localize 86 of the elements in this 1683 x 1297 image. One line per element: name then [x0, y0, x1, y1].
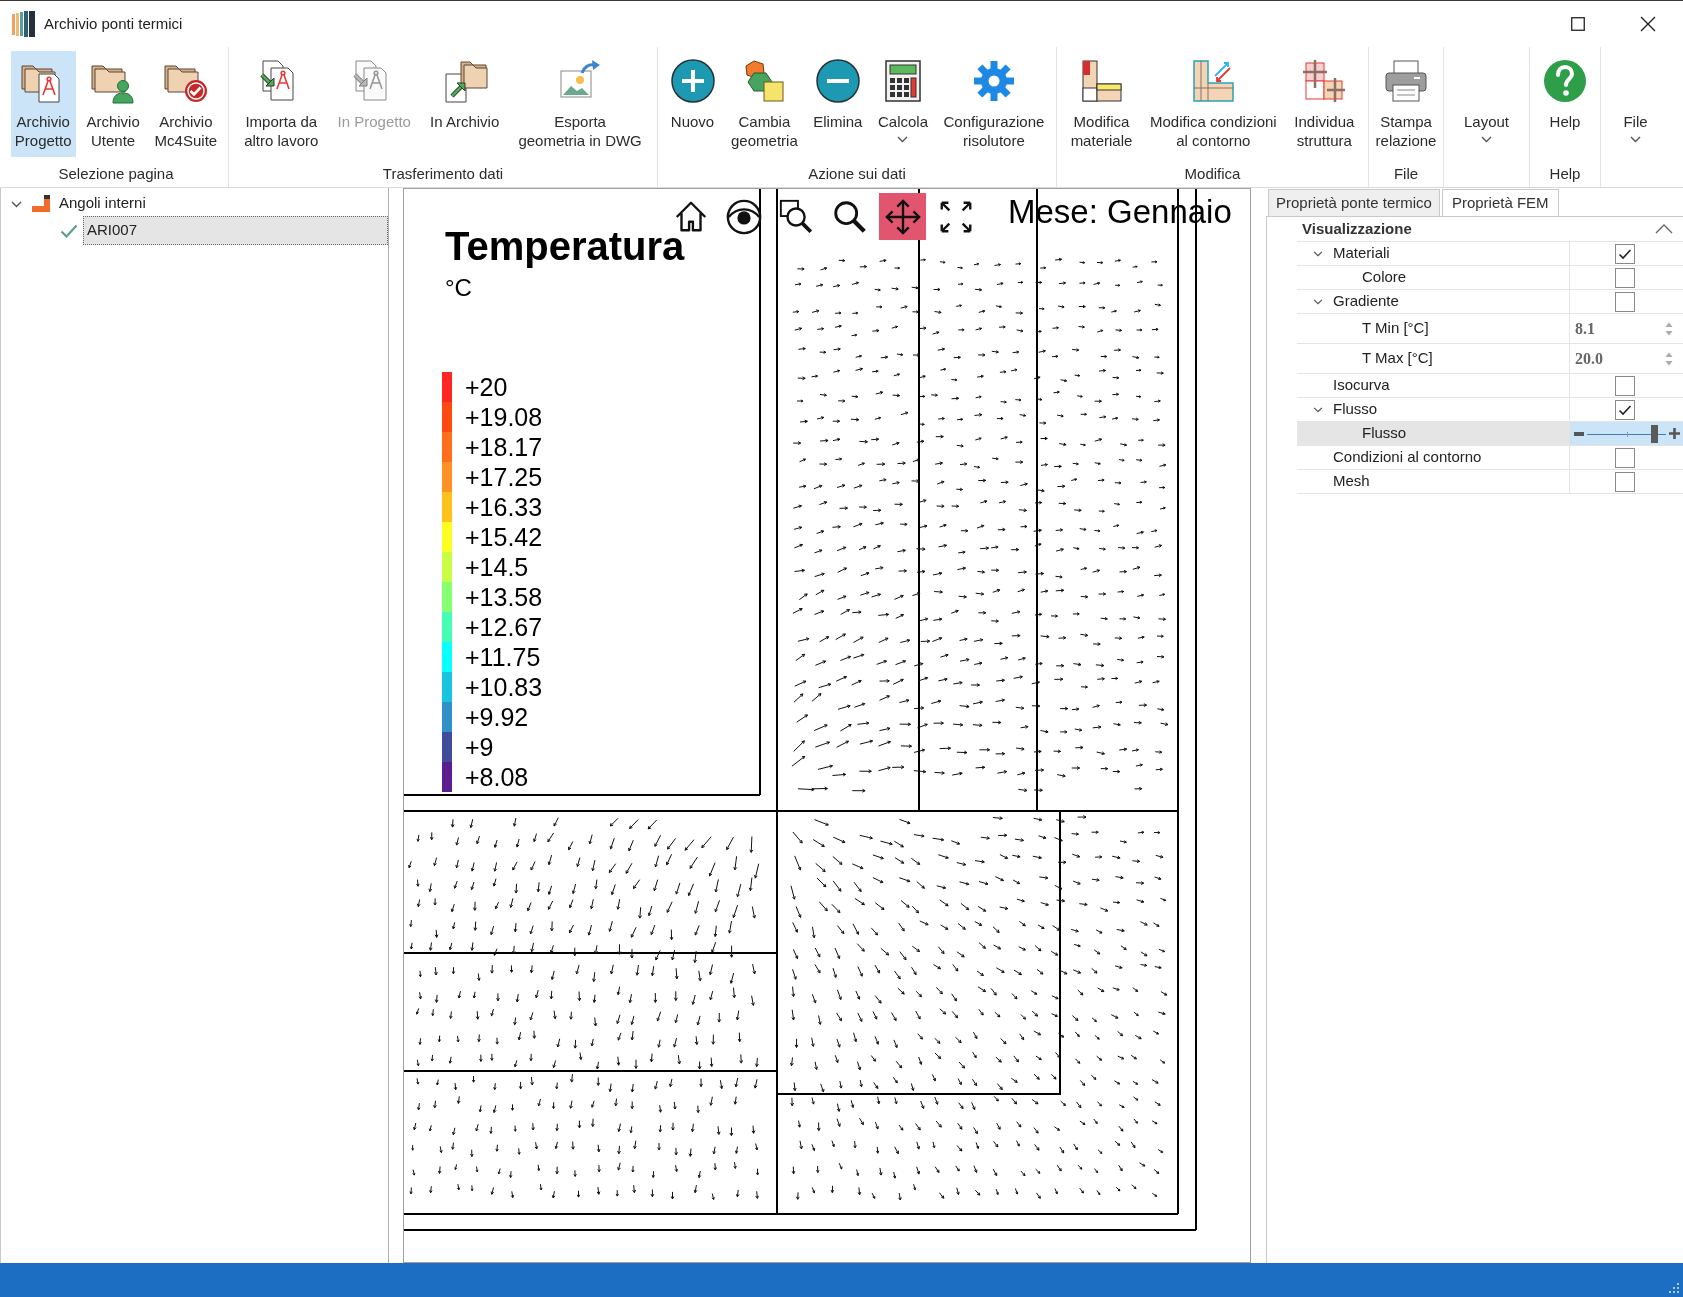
ribbon-button[interactable]: Cambia geometria	[727, 51, 802, 157]
app-logo-icon	[12, 11, 35, 37]
ribbon-button[interactable]: Modifica materiale	[1066, 51, 1137, 157]
legend-label: +11.75	[465, 642, 541, 672]
legend-label: +8.08	[465, 762, 529, 792]
legend-label: +15.42	[465, 522, 543, 552]
l-block-arrows-icon	[1190, 58, 1237, 104]
checkbox[interactable]	[1615, 447, 1635, 468]
ribbon-button[interactable]: Layout	[1459, 51, 1513, 157]
printer-icon	[1383, 58, 1429, 104]
ribbon-group-label: Trasferimento dati	[381, 164, 505, 184]
resize-grip-icon[interactable]	[1667, 1281, 1679, 1293]
legend-unit: °C	[445, 273, 472, 303]
minus-icon[interactable]	[1574, 431, 1584, 436]
legend-label: +9	[465, 732, 494, 762]
tree-item[interactable]: Angoli interni	[55, 189, 150, 218]
ribbon-group-label: Selezione pagina	[57, 164, 175, 184]
ribbon-button[interactable]: Elimina	[809, 51, 867, 157]
ribbon-button[interactable]: Individua struttura	[1290, 51, 1359, 157]
ribbon-button[interactable]: Esporta geometria in DWG	[514, 51, 646, 157]
number-field[interactable]: 20.0	[1570, 344, 1683, 373]
property-label[interactable]: Gradiente	[1297, 290, 1570, 314]
plus-circle-icon	[669, 58, 716, 104]
legend-label: +9.92	[465, 702, 529, 732]
ribbon-button[interactable]: Stampa relazione	[1371, 51, 1441, 157]
ribbon-button[interactable]: Calcola	[873, 51, 932, 157]
checkbox[interactable]	[1615, 375, 1635, 396]
grid-blocks-icon	[1301, 58, 1348, 104]
legend-label: +18.17	[465, 432, 543, 462]
l-shape-icon	[32, 195, 50, 212]
window-title: Archivio ponti termici	[44, 13, 183, 34]
legend-label: +14.5	[465, 552, 529, 582]
move-arrows-icon	[883, 197, 922, 236]
checkbox[interactable]	[1615, 399, 1635, 420]
ribbon-button[interactable]: Nuovo	[665, 51, 720, 157]
number-field[interactable]: 8.1	[1570, 314, 1683, 343]
legend-label: +20	[465, 372, 508, 402]
property-label[interactable]: Isocurva	[1297, 374, 1570, 398]
property-label[interactable]: Condizioni al contorno	[1297, 446, 1570, 470]
category-header: Visualizzazione	[1301, 218, 1413, 239]
checkbox[interactable]	[1615, 471, 1635, 492]
ribbon-button[interactable]: Archivio Mc4Suite	[150, 51, 222, 157]
ribbon-button[interactable]: File	[1619, 51, 1652, 157]
checkbox[interactable]	[1615, 243, 1635, 264]
chevron-down-icon[interactable]	[1313, 250, 1323, 257]
legend-title: Temperatura	[445, 225, 685, 267]
legend-label: +19.08	[465, 402, 543, 432]
ribbon-button[interactable]: Archivio Utente	[82, 51, 144, 157]
legend-label: +10.83	[465, 672, 543, 702]
ribbon-group-label: Azione sui dati	[807, 164, 907, 184]
ribbon-button[interactable]: Modifica condizioni al contorno	[1145, 51, 1281, 157]
chevron-down-icon[interactable]	[1313, 406, 1323, 413]
property-label[interactable]: T Min [°C]	[1297, 314, 1570, 344]
slider-thumb[interactable]	[1650, 424, 1658, 443]
ribbon-group-label: File	[1392, 164, 1420, 184]
checkbox[interactable]	[1615, 267, 1635, 288]
tab[interactable]: Proprietà ponte termico	[1268, 189, 1440, 216]
plus-icon[interactable]	[1669, 428, 1680, 439]
property-label[interactable]: T Max [°C]	[1297, 344, 1570, 374]
legend-label: +16.33	[465, 492, 543, 522]
ribbon-button[interactable]: Archivio Progetto	[10, 51, 76, 157]
ribbon-group-label: Modifica	[1183, 164, 1242, 184]
legend-label: +17.25	[465, 462, 543, 492]
property-label[interactable]: Materiali	[1297, 242, 1570, 266]
ribbon-group-label: Help	[1548, 164, 1582, 184]
ribbon-button[interactable]: Help	[1538, 51, 1592, 157]
chevron-down-icon[interactable]	[1313, 298, 1323, 305]
eye-icon	[724, 197, 763, 236]
minus-circle-icon	[814, 58, 861, 104]
legend-label: +12.67	[465, 612, 543, 642]
close-icon	[1640, 16, 1656, 32]
property-label[interactable]: Colore	[1297, 266, 1570, 290]
tree-item[interactable]: ARI007	[83, 216, 388, 245]
ribbon-button[interactable]: Importa da altro lavoro	[240, 51, 323, 157]
checkbox[interactable]	[1615, 291, 1635, 312]
ribbon-button[interactable]: In Archivio	[426, 51, 504, 157]
chevron-up-icon[interactable]	[1655, 224, 1673, 234]
maximize-icon	[1571, 17, 1585, 31]
help-icon	[1542, 58, 1588, 104]
tab[interactable]: Proprietà FEM	[1441, 189, 1559, 216]
checkmark-icon	[1618, 403, 1632, 416]
property-label[interactable]: Mesh	[1297, 470, 1570, 494]
property-label[interactable]: Flusso	[1297, 422, 1570, 446]
checkmark-icon	[1618, 247, 1632, 260]
legend-label: +13.58	[465, 582, 543, 612]
ribbon-button[interactable]: Configurazione risolutore	[939, 51, 1049, 157]
